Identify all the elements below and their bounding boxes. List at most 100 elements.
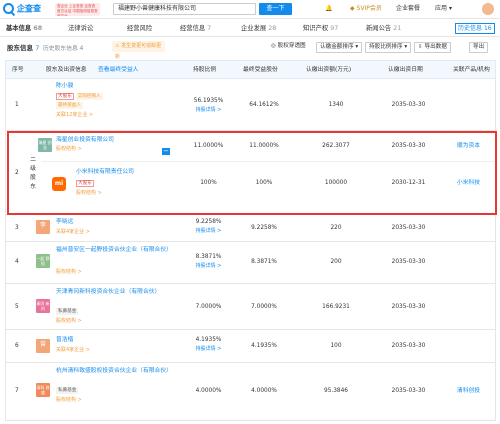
shareholder-name[interactable]: 天津青冈新科投资合伙企业（有限合伙） (56, 288, 176, 296)
equity-structure-link[interactable]: 股权结构 > (56, 396, 82, 404)
tab-operation[interactable]: 经营信息 7 (180, 24, 211, 33)
enterprise-link[interactable]: 企业套餐 (396, 4, 420, 14)
equity-structure-link[interactable]: 股权结构 > (56, 268, 82, 276)
section-title: 股东信息 7 (7, 44, 40, 52)
row-index: 4 (15, 259, 19, 265)
table-row: 4 一起 野投 福州普安区一起野投资合伙企业（有限合伙） 股权结构 > 8.38… (5, 242, 496, 284)
amount: 166.9231 (322, 304, 350, 310)
export-report-button[interactable]: 导出 (469, 42, 489, 53)
company-logo: 青冈 新科 (36, 299, 50, 313)
tag-private-fund: 私募基金 (56, 308, 79, 315)
shareholder-name[interactable]: 李晓远 (56, 218, 73, 226)
warning-icon: ⚠ (115, 43, 120, 49)
amount-sort-label: 认缴金额排序 (320, 44, 354, 50)
export-data-button[interactable]: ⇩ 导出数据 (414, 42, 451, 53)
amount: 220 (330, 225, 342, 231)
tab-legal[interactable]: 法律诉讼 (68, 24, 93, 33)
chevron-down-icon: ▾ (355, 44, 359, 50)
app-label: 应用 (435, 5, 448, 12)
main-tabs: 基本信息 68 法律诉讼 经营风险 经营信息 7 企业发展 28 知识产权 97… (0, 20, 500, 37)
col-index: 序号 (12, 67, 24, 73)
tab-development[interactable]: 企业发展 28 (241, 24, 276, 33)
ratio-sort-label: 持股比例排序 (369, 44, 403, 50)
ratio-sort-dropdown[interactable]: 持股比例排序 ▾ (365, 42, 412, 53)
chevron-down-icon: ▾ (404, 44, 408, 50)
tab-history[interactable]: 历史信息 16 (455, 23, 495, 34)
final-ratio: 8.3871% (251, 259, 277, 265)
ratio: 8.3871% (195, 254, 222, 260)
col-ratio: 持股比例 (193, 67, 217, 73)
equity-structure-link[interactable]: 股权结构 > (56, 317, 82, 325)
holding-detail-link[interactable]: 持股详情 > (186, 345, 231, 353)
tag-group: 大股东 实际控制人 (56, 92, 103, 100)
shareholder-name[interactable]: 曾浩楷 (56, 336, 73, 344)
search-input[interactable]: 福建野小兽健康科技有限公司 (113, 3, 256, 15)
export-label: 导出数据 (424, 44, 447, 50)
related-companies-link[interactable]: 关联12家企业 > (56, 111, 93, 119)
shareholder-toolbar: 股东信息 7 历史股东信息 4 ⚠ 发生变更可追踪更新 ◎ 股权穿透图 认缴金额… (0, 38, 500, 60)
change-notice[interactable]: ⚠ 发生变更可追踪更新 (112, 41, 165, 60)
row-index: 3 (15, 225, 19, 231)
date: 2035-03-30 (391, 259, 426, 265)
equity-chart-link[interactable]: ◎ 股权穿透图 (268, 42, 309, 53)
final-ratio: 64.1612% (249, 102, 279, 108)
amount-sort-dropdown[interactable]: 认缴金额排序 ▾ (316, 42, 363, 53)
table-header: 序号 股东及出资信息 查看最终受益人 持股比例 最终受益股份 认缴出资额(万元)… (5, 60, 496, 79)
tag-group: 私募基金 (56, 386, 79, 394)
tab-ip[interactable]: 知识产权 97 (303, 24, 338, 33)
chart-icon: ◎ (271, 43, 276, 49)
date: 2035-03-30 (391, 343, 426, 349)
diamond-icon: ◆ (350, 5, 355, 12)
report-label: 导出 (473, 44, 485, 50)
tab-news[interactable]: 新闻公告 21 (366, 24, 401, 33)
top-bar: 企查查 Qcc.com 查企业 上企查查 企查查官方认证 中国信用信息查询平台 … (0, 0, 500, 19)
ad-banner[interactable]: 查企业 上企查查 企查查官方认证 中国信用信息查询平台 (55, 3, 100, 16)
amount: 200 (330, 259, 342, 265)
row-index: 7 (15, 388, 19, 394)
amount: 1340 (328, 102, 344, 108)
shareholder-name[interactable]: 陈小骏 (56, 82, 73, 90)
tag-group: 最终受益人 (56, 101, 83, 109)
ratio: 56.1935% (193, 98, 224, 104)
tag-group: 私募基金 (56, 307, 79, 315)
holding-detail-link[interactable]: 持股详情 > (186, 227, 231, 235)
final-ratio: 9.2258% (251, 225, 277, 231)
holding-detail-link[interactable]: 持股详情 > (186, 262, 231, 270)
amount: 100 (330, 343, 342, 349)
shareholder-name[interactable]: 杭州清科致盛股权投资合伙企业（有限合伙） (56, 367, 176, 375)
ratio: 4.1935% (195, 337, 222, 343)
export-icon: ⇩ (418, 44, 423, 50)
vip-link[interactable]: ◆ SVIP会员 (350, 4, 382, 14)
row-index: 5 (15, 304, 19, 310)
col-name: 股东及出资信息 (46, 67, 87, 73)
related-companies-link[interactable]: 关联4家企业 > (56, 346, 90, 354)
table-row: 1 陈小骏 大股东 实际控制人 最终受益人 关联12家企业 > 56.1935% … (5, 79, 496, 131)
chevron-down-icon: ▾ (448, 5, 452, 12)
bell-icon[interactable]: 🔔 (325, 4, 332, 14)
col-final-ratio: 最终受益股份 (243, 67, 278, 73)
search-button[interactable]: 查一下 (259, 3, 292, 15)
date: 2035-03-30 (391, 388, 426, 394)
related-product-link[interactable]: 清科创投 (446, 387, 491, 395)
history-shareholders-link[interactable]: 历史股东信息 4 (43, 43, 83, 52)
col-date: 认缴出资日期 (388, 67, 423, 73)
user-avatar[interactable] (482, 3, 494, 15)
company-logo: 清科 致盛 (36, 383, 50, 397)
col-beneficiary-link[interactable]: 查看最终受益人 (98, 66, 139, 74)
tag-beneficiary: 最终受益人 (56, 102, 83, 109)
holding-detail-link[interactable]: 持股详情 > (186, 106, 231, 114)
notice-text: 发生变更可追踪更新 (115, 43, 162, 60)
related-companies-link[interactable]: 关联4家企业 > (56, 228, 90, 236)
tag-controller: 实际控制人 (75, 93, 103, 100)
tab-basic-info[interactable]: 基本信息 68 (6, 24, 42, 33)
avatar: 曾 (36, 339, 50, 353)
ratio: 7.0000% (195, 304, 222, 310)
table-row: 6 曾 曾浩楷 关联4家企业 > 4.1935% 持股详情 > 4.1935% … (5, 330, 496, 363)
shareholder-name[interactable]: 福州普安区一起野投资合伙企业（有限合伙） (56, 246, 176, 254)
logo-subtext: Qcc.com (17, 10, 33, 14)
tab-risk[interactable]: 经营风险 (127, 24, 152, 33)
app-link[interactable]: 应用 ▾ (435, 4, 452, 14)
ratio: 4.0000% (195, 388, 222, 394)
company-logo: 一起 野投 (36, 254, 50, 268)
highlight-box (7, 131, 497, 215)
